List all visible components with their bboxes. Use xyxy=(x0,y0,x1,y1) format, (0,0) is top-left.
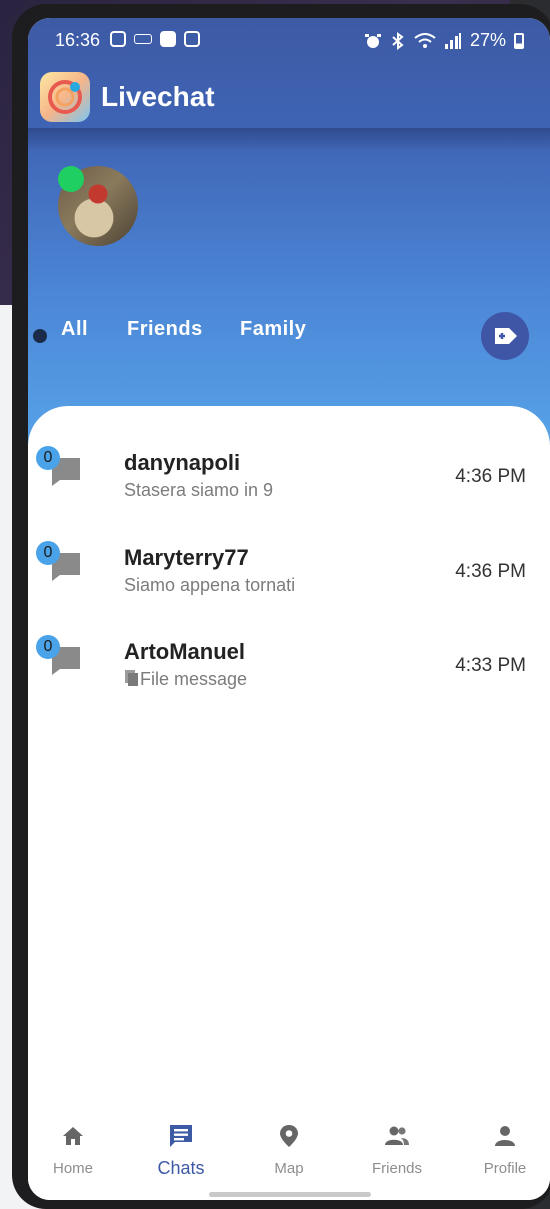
alarm-icon xyxy=(364,33,381,48)
chat-item[interactable]: 0 danynapoli Stasera siamo in 9 4:36 PM xyxy=(28,438,550,518)
carrier-icon xyxy=(134,34,152,44)
nav-label: Home xyxy=(52,1160,93,1177)
nav-home[interactable]: Home xyxy=(28,1123,118,1177)
chat-last-message: Stasera siamo in 9 xyxy=(124,480,274,500)
chat-name: danynapoli xyxy=(124,450,241,475)
chat-last-message: File message xyxy=(124,669,247,690)
unread-badge: 0 xyxy=(36,635,60,659)
unread-badge: 0 xyxy=(36,446,60,470)
chat-list: 0 danynapoli Stasera siamo in 9 4:36 PM … xyxy=(28,406,550,1200)
notification-icons xyxy=(110,31,200,47)
chat-avatar: 0 xyxy=(36,635,82,681)
active-tab-indicator xyxy=(33,329,47,343)
chat-item[interactable]: 0 ArtoManuel File message 4:33 PM xyxy=(28,627,550,707)
nav-label: Map xyxy=(274,1160,304,1177)
status-bar: 16:36 27% xyxy=(28,18,550,64)
app-title: Livechat xyxy=(101,81,215,112)
appbar-shadow xyxy=(28,128,550,152)
chat-time: 4:33 PM xyxy=(455,655,526,676)
status-time: 16:36 xyxy=(55,30,101,50)
new-chat-icon xyxy=(495,328,517,344)
friends-icon xyxy=(385,1126,409,1145)
chat-time: 4:36 PM xyxy=(455,466,526,487)
tab-friends[interactable]: Friends xyxy=(127,318,203,341)
unread-badge: 0 xyxy=(36,541,60,565)
wifi-icon xyxy=(414,32,436,48)
instagram-icon xyxy=(110,31,126,47)
app-bar: Livechat xyxy=(28,66,550,130)
bottom-navigation: Home Chats Map Friends Profile xyxy=(28,1123,550,1200)
tab-family[interactable]: Family xyxy=(240,318,306,341)
chat-name: Maryterry77 xyxy=(124,545,249,570)
app-screen: 16:36 27% Livechat All Friends Family 0 … xyxy=(28,18,550,1200)
chat-icon xyxy=(170,1125,192,1147)
nav-map[interactable]: Map xyxy=(244,1123,334,1177)
gallery-icon xyxy=(184,31,200,47)
notification-icon xyxy=(160,31,176,47)
online-status-dot xyxy=(58,166,84,192)
user-avatar[interactable] xyxy=(58,166,138,246)
file-icon xyxy=(125,670,138,686)
nav-chats[interactable]: Chats xyxy=(136,1123,226,1179)
home-icon xyxy=(63,1127,83,1145)
nav-profile[interactable]: Profile xyxy=(460,1123,550,1177)
chat-name: ArtoManuel xyxy=(124,639,245,664)
chat-avatar: 0 xyxy=(36,541,82,587)
profile-icon xyxy=(495,1126,515,1146)
battery-level: 27% xyxy=(469,30,506,50)
tab-all[interactable]: All xyxy=(61,318,88,341)
nav-friends[interactable]: Friends xyxy=(352,1123,442,1177)
file-message-text: File message xyxy=(140,669,248,689)
system-icons: 27% xyxy=(364,30,524,51)
map-pin-icon xyxy=(280,1125,298,1147)
nav-label: Chats xyxy=(157,1158,205,1178)
app-logo-icon xyxy=(48,80,82,114)
new-chat-button[interactable] xyxy=(481,312,529,360)
chat-last-message: Siamo appena tornati xyxy=(124,575,296,595)
battery-icon xyxy=(514,32,524,49)
nav-label: Friends xyxy=(371,1160,423,1177)
chat-time: 4:36 PM xyxy=(455,561,526,582)
bluetooth-icon xyxy=(392,31,404,50)
app-logo xyxy=(40,72,90,122)
chat-avatar: 0 xyxy=(36,446,82,492)
nav-label: Profile xyxy=(483,1160,527,1177)
home-indicator[interactable] xyxy=(209,1192,371,1197)
chat-filter-tabs: All Friends Family xyxy=(28,318,550,358)
signal-icon xyxy=(444,32,461,49)
chat-item[interactable]: 0 Maryterry77 Siamo appena tornati 4:36 … xyxy=(28,533,550,613)
